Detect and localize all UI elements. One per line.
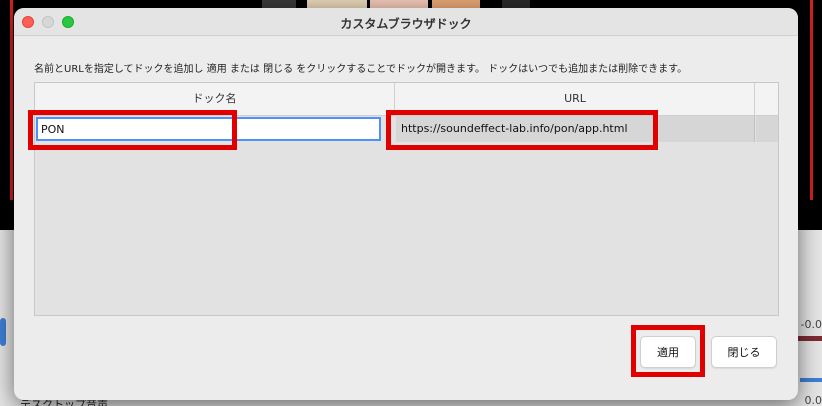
title-bar: カスタムブラウザドック (14, 8, 798, 36)
column-header-extra (756, 83, 778, 115)
column-header-url[interactable]: URL (396, 83, 755, 115)
table-row[interactable]: https://soundeffect-lab.info/pon/app.htm… (35, 116, 778, 142)
dock-name-input[interactable] (36, 117, 381, 141)
audio-meter-1 (798, 336, 822, 341)
audio-db-1: -0.0 (800, 318, 822, 331)
window-title: カスタムブラウザドック (340, 17, 472, 31)
guide-line-left (10, 0, 13, 200)
table-header: ドック名 URL (35, 83, 778, 116)
audio-db-2: 0.0 (804, 394, 822, 406)
custom-browser-dock-dialog: カスタムブラウザドック 名前とURLを指定してドックを追加し 適用 または 閉じ… (14, 8, 798, 400)
dock-url-cell[interactable]: https://soundeffect-lab.info/pon/app.htm… (396, 116, 755, 142)
guide-line-right (810, 0, 813, 200)
row-extra-cell (756, 116, 778, 142)
apply-button[interactable]: 適用 (640, 336, 696, 368)
audio-volume-bar[interactable] (800, 378, 822, 382)
close-button[interactable]: 閉じる (711, 336, 777, 368)
app-scroll-indicator (0, 318, 6, 346)
dock-table: ドック名 URL https://soundeffect-lab.info/po… (34, 82, 779, 316)
column-header-dock-name[interactable]: ドック名 (35, 83, 395, 115)
instruction-text: 名前とURLを指定してドックを追加し 適用 または 閉じる をクリックすることで… (34, 64, 688, 75)
